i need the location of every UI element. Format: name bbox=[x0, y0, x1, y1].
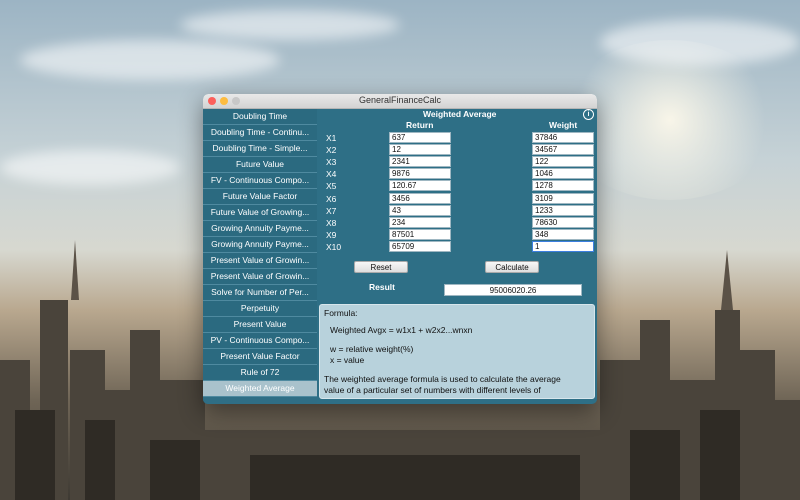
sidebar-item-fv-growing[interactable]: Future Value of Growing... bbox=[203, 205, 317, 221]
app-window: GeneralFinanceCalc Doubling Time Doublin… bbox=[203, 94, 597, 404]
result-label: Result bbox=[369, 282, 395, 292]
sidebar-item-pv-growing-1[interactable]: Present Value of Growin... bbox=[203, 253, 317, 269]
sidebar-item-present-value-factor[interactable]: Present Value Factor bbox=[203, 349, 317, 365]
formula-w-definition: w = relative weight(%) bbox=[330, 344, 414, 354]
reset-button[interactable]: Reset bbox=[354, 261, 408, 273]
row-label-x8: X8 bbox=[326, 218, 337, 228]
weight-input-x7[interactable] bbox=[532, 205, 594, 216]
return-input-x5[interactable] bbox=[389, 180, 451, 191]
row-label-x9: X9 bbox=[326, 230, 337, 240]
sidebar-item-future-value[interactable]: Future Value bbox=[203, 157, 317, 173]
weight-input-x4[interactable] bbox=[532, 168, 594, 179]
return-column-header: Return bbox=[406, 120, 434, 130]
return-input-x4[interactable] bbox=[389, 168, 451, 179]
row-label-x10: X10 bbox=[326, 242, 342, 252]
row-label-x4: X4 bbox=[326, 169, 337, 179]
sidebar[interactable]: Doubling Time Doubling Time - Continu...… bbox=[203, 109, 317, 404]
titlebar[interactable]: GeneralFinanceCalc bbox=[203, 94, 597, 109]
cloud bbox=[0, 150, 180, 185]
cloud bbox=[600, 20, 800, 65]
weight-input-x3[interactable] bbox=[532, 156, 594, 167]
weight-input-x5[interactable] bbox=[532, 180, 594, 191]
sidebar-item-doubling-time-continuous[interactable]: Doubling Time - Continu... bbox=[203, 125, 317, 141]
info-icon[interactable]: i bbox=[583, 109, 594, 120]
sidebar-item-pv-continuous[interactable]: PV - Continuous Compo... bbox=[203, 333, 317, 349]
sidebar-item-doubling-time-simple[interactable]: Doubling Time - Simple... bbox=[203, 141, 317, 157]
sidebar-item-future-value-factor[interactable]: Future Value Factor bbox=[203, 189, 317, 205]
formula-description-line1: The weighted average formula is used to … bbox=[324, 374, 561, 384]
sidebar-item-fv-continuous[interactable]: FV - Continuous Compo... bbox=[203, 173, 317, 189]
cloud bbox=[180, 10, 400, 40]
weight-input-x8[interactable] bbox=[532, 217, 594, 228]
formula-panel[interactable]: Formula: Weighted Avgx = w1x1 + w2x2...w… bbox=[319, 304, 595, 399]
formula-description-line2: value of a particular set of numbers wit… bbox=[324, 385, 541, 395]
row-label-x7: X7 bbox=[326, 206, 337, 216]
weight-input-x10[interactable] bbox=[532, 241, 594, 252]
return-input-x8[interactable] bbox=[389, 217, 451, 228]
return-input-x6[interactable] bbox=[389, 193, 451, 204]
weight-input-x2[interactable] bbox=[532, 144, 594, 155]
weight-input-x6[interactable] bbox=[532, 193, 594, 204]
sidebar-item-solve-periods[interactable]: Solve for Number of Per... bbox=[203, 285, 317, 301]
sidebar-item-doubling-time[interactable]: Doubling Time bbox=[203, 109, 317, 125]
sidebar-item-pv-growing-2[interactable]: Present Value of Growin... bbox=[203, 269, 317, 285]
calculate-button[interactable]: Calculate bbox=[485, 261, 539, 273]
formula-title: Formula: bbox=[324, 308, 358, 318]
return-input-x10[interactable] bbox=[389, 241, 451, 252]
return-input-x2[interactable] bbox=[389, 144, 451, 155]
sidebar-item-present-value[interactable]: Present Value bbox=[203, 317, 317, 333]
sidebar-item-weighted-average[interactable]: Weighted Average bbox=[203, 381, 317, 397]
return-input-x7[interactable] bbox=[389, 205, 451, 216]
row-label-x1: X1 bbox=[326, 133, 337, 143]
window-title: GeneralFinanceCalc bbox=[358, 95, 442, 105]
row-label-x6: X6 bbox=[326, 194, 337, 204]
formula-equation: Weighted Avgx = w1x1 + w2x2...wnxn bbox=[330, 325, 473, 335]
return-input-x9[interactable] bbox=[389, 229, 451, 240]
weight-input-x9[interactable] bbox=[532, 229, 594, 240]
return-input-x3[interactable] bbox=[389, 156, 451, 167]
weight-column-header: Weight bbox=[549, 120, 578, 130]
cloud bbox=[20, 40, 280, 80]
weight-input-x1[interactable] bbox=[532, 132, 594, 143]
row-label-x5: X5 bbox=[326, 181, 337, 191]
sidebar-item-rule-of-72[interactable]: Rule of 72 bbox=[203, 365, 317, 381]
return-input-x1[interactable] bbox=[389, 132, 451, 143]
main-panel: Weighted Average i Return Weight X1 X2 X… bbox=[319, 109, 597, 404]
row-label-x2: X2 bbox=[326, 145, 337, 155]
page-title: Weighted Average bbox=[423, 109, 497, 119]
result-value: 95006020.26 bbox=[444, 284, 582, 296]
sidebar-item-growing-annuity-1[interactable]: Growing Annuity Payme... bbox=[203, 221, 317, 237]
formula-x-definition: x = value bbox=[330, 355, 365, 365]
sidebar-item-perpetuity[interactable]: Perpetuity bbox=[203, 301, 317, 317]
sidebar-item-growing-annuity-2[interactable]: Growing Annuity Payme... bbox=[203, 237, 317, 253]
row-label-x3: X3 bbox=[326, 157, 337, 167]
